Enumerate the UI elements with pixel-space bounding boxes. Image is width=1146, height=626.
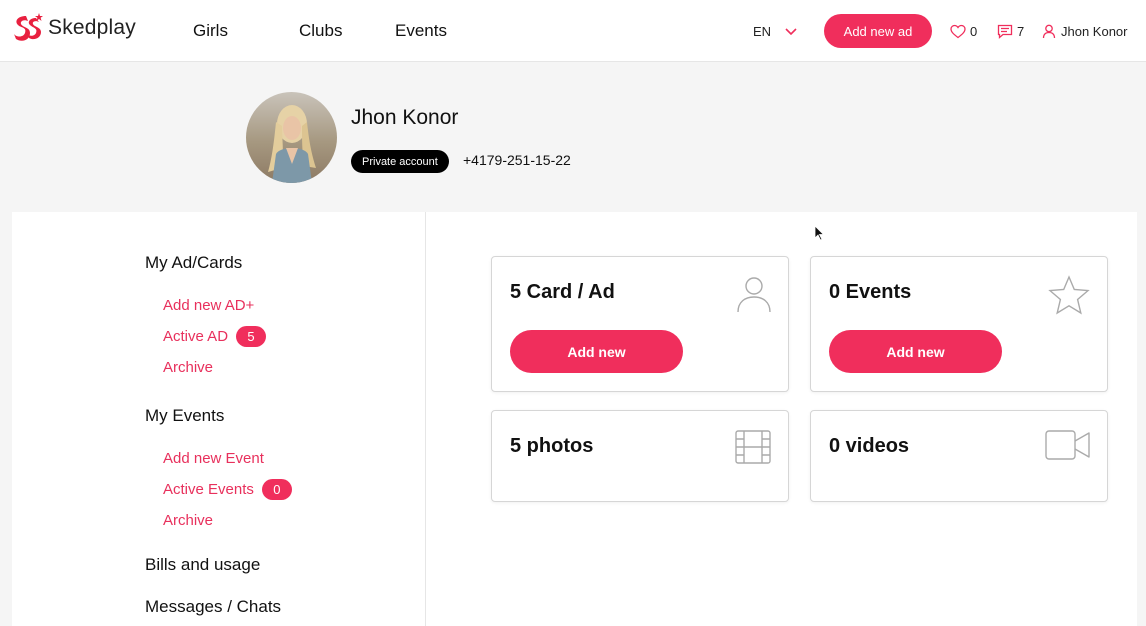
add-new-ad-button[interactable]: Add new ad [824,14,932,48]
user-menu[interactable]: Jhon Konor [1041,24,1128,39]
sidebar-item-label: Active Events [163,481,254,498]
brand-name: Skedplay [48,16,136,39]
video-camera-icon [1045,430,1090,460]
brand-logo[interactable]: Skedplay [12,12,136,44]
sidebar-item-messages[interactable]: Messages / Chats [145,597,281,617]
skedplay-logo-icon [14,13,43,41]
messages-link[interactable]: 7 [997,24,1024,39]
favorites-count: 0 [970,24,978,39]
photos-card-title: 5 photos [510,435,594,457]
ads-card-title: 5 Card / Ad [510,281,615,303]
sidebar-item-active-events[interactable]: Active Events 0 [163,479,292,500]
sidebar-item-ads-archive[interactable]: Archive [163,359,213,376]
sidebar-item-add-new-ad[interactable]: Add new AD+ [163,297,254,314]
profile-name: Jhon Konor [351,106,459,129]
events-card-title: 0 Events [829,281,912,303]
videos-card[interactable]: 0 videos [810,410,1108,502]
sidebar-heading-events[interactable]: My Events [145,406,224,426]
profile-phone: +4179-251-15-22 [463,152,571,168]
sidebar-item-active-ad[interactable]: Active AD 5 [163,326,267,347]
sidebar-item-label: Archive [163,359,214,376]
dashboard-panel: My Ad/Cards Add new AD+ Active AD 5 Arch… [12,212,1137,626]
nav-link-events[interactable]: Events [395,21,447,41]
sidebar-item-label: Add new Event [163,450,264,467]
mouse-cursor-icon [814,225,824,241]
photos-card[interactable]: 5 photos [491,410,789,502]
sidebar-item-label: Add new AD+ [163,297,255,314]
nav-link-clubs[interactable]: Clubs [299,21,342,41]
language-label: EN [753,24,772,39]
user-icon [737,277,771,313]
chevron-down-icon [785,27,797,35]
videos-card-title: 0 videos [829,435,910,457]
account-sidebar: My Ad/Cards Add new AD+ Active AD 5 Arch… [12,212,426,626]
sidebar-heading-ads[interactable]: My Ad/Cards [145,253,242,273]
heart-icon [950,24,966,39]
nav-link-girls[interactable]: Girls [193,21,228,41]
top-navigation-bar: Skedplay Girls Clubs Events EN Add new a… [0,0,1146,62]
add-new-event-card-button[interactable]: Add new [829,330,1002,373]
sidebar-item-label: Archive [163,512,214,529]
ads-card: 5 Card / Ad Add new [491,256,789,392]
sidebar-item-events-archive[interactable]: Archive [163,512,213,529]
add-new-ad-card-button[interactable]: Add new [510,330,683,373]
film-icon [735,430,771,464]
user-name: Jhon Konor [1061,24,1128,39]
messages-count: 7 [1017,24,1025,39]
sidebar-item-add-new-event[interactable]: Add new Event [163,450,264,467]
language-selector[interactable]: EN [753,24,797,39]
active-ad-count-badge: 5 [236,326,267,347]
account-type-badge: Private account [351,150,449,173]
avatar-photo [246,92,337,183]
chat-bubble-icon [997,24,1013,39]
events-card: 0 Events Add new [810,256,1108,392]
sidebar-item-label: Active AD [163,328,229,345]
active-events-count-badge: 0 [261,479,292,500]
sidebar-item-bills[interactable]: Bills and usage [145,555,260,575]
favorites-link[interactable]: 0 [950,24,977,39]
profile-avatar[interactable] [246,92,337,183]
star-icon [1048,275,1090,315]
user-icon [1042,24,1056,39]
